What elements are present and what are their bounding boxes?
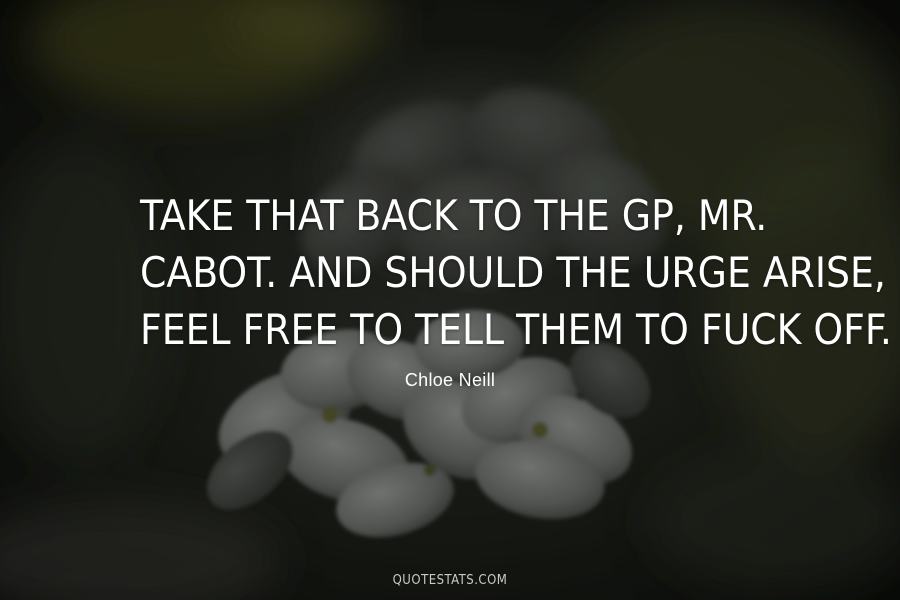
quote-line-3: FEEL FREE TO TELL THEM TO FUCK OFF. [140,305,892,354]
quote-author: Chloe Neill [404,370,496,390]
quote-line-2: CABOT. AND SHOULD THE URGE ARISE, [140,248,886,297]
quote-text: TAKE THAT BACK TO THE GP, MR. CABOT. AND… [140,187,892,358]
quote-line-1: TAKE THAT BACK TO THE GP, MR. [140,191,768,240]
site-watermark: QUOTESTATS.COM [392,573,508,588]
